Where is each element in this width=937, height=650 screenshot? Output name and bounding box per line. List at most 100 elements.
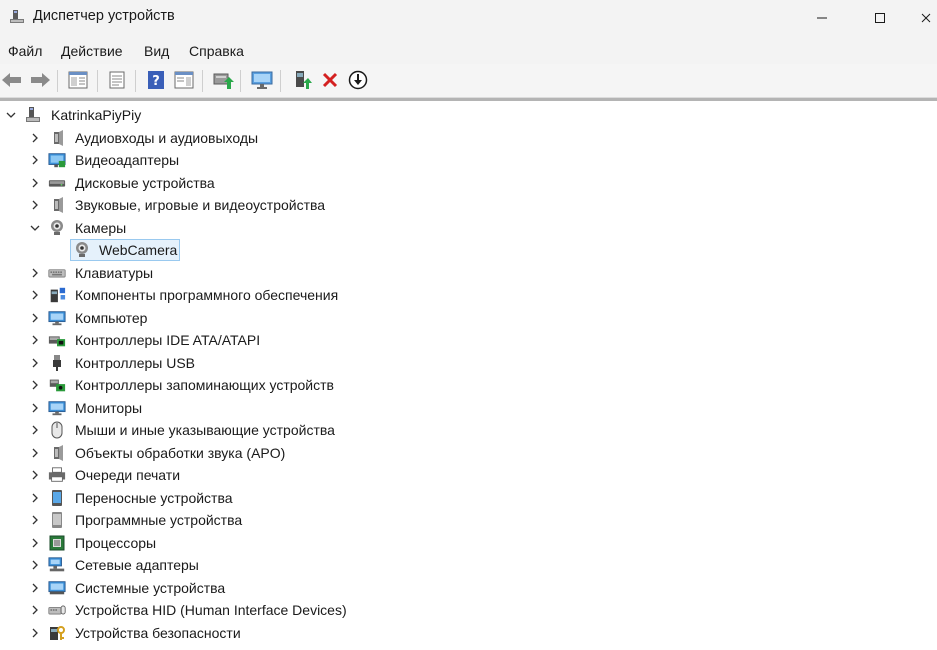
chevron-right-icon[interactable] <box>29 447 41 459</box>
maximize-button[interactable] <box>857 0 903 36</box>
properties-button[interactable] <box>105 68 129 92</box>
download-circle-icon <box>348 70 368 90</box>
tree-item-label: Видеоадаптеры <box>75 152 180 168</box>
chevron-right-icon[interactable] <box>29 289 41 301</box>
chevron-right-icon[interactable] <box>29 357 41 369</box>
speaker-icon <box>48 196 66 214</box>
action-pane-button[interactable] <box>172 68 196 92</box>
system-device-icon <box>48 579 66 597</box>
tree-item-label: Звуковые, игровые и видеоустройства <box>75 197 326 213</box>
show-hide-console-tree-button[interactable] <box>66 68 90 92</box>
device-manager-icon <box>8 8 26 26</box>
processor-icon <box>48 534 66 552</box>
chevron-right-icon[interactable] <box>29 334 41 346</box>
tree-item-label: Устройства HID (Human Interface Devices) <box>75 602 347 618</box>
scan-hardware-icon <box>251 71 273 89</box>
minimize-button[interactable] <box>799 0 845 36</box>
chevron-right-icon[interactable] <box>29 154 41 166</box>
uninstall-device-button[interactable] <box>318 68 342 92</box>
scan-hardware-button[interactable] <box>250 68 274 92</box>
tree-item-storage-controllers[interactable]: Контроллеры запоминающих устройств <box>0 374 937 396</box>
tree-item-monitors[interactable]: Мониторы <box>0 397 937 419</box>
help-button[interactable]: ? <box>144 68 168 92</box>
close-button[interactable] <box>914 0 937 36</box>
keyboard-icon <box>48 264 66 282</box>
title-bar: Диспетчер устройств <box>0 0 937 36</box>
tree-item-disk-drives[interactable]: Дисковые устройства <box>0 172 937 194</box>
speaker-icon <box>48 444 66 462</box>
chevron-right-icon[interactable] <box>29 604 41 616</box>
tree-item-label: Программные устройства <box>75 512 243 528</box>
tree-item-software-components[interactable]: Компоненты программного обеспечения <box>0 284 937 306</box>
monitor-icon <box>48 399 66 417</box>
remove-x-icon <box>322 72 338 88</box>
tree-item-usb-controllers[interactable]: Контроллеры USB <box>0 352 937 374</box>
tree-item-computer[interactable]: Компьютер <box>0 307 937 329</box>
chevron-down-icon[interactable] <box>29 222 41 234</box>
chevron-right-icon[interactable] <box>29 312 41 324</box>
action-pane-icon <box>174 71 194 89</box>
tree-item-sound-video-game[interactable]: Звуковые, игровые и видеоустройства <box>0 194 937 216</box>
speaker-icon <box>48 129 66 147</box>
tree-item-label: Мыши и иные указывающие устройства <box>75 422 335 438</box>
tree-item-security-devices[interactable]: Устройства безопасности <box>0 622 937 644</box>
toolbar-separator <box>97 70 98 92</box>
svg-text:?: ? <box>152 74 160 89</box>
toolbar-separator <box>240 70 241 92</box>
chevron-right-icon[interactable] <box>29 424 41 436</box>
chevron-right-icon[interactable] <box>29 492 41 504</box>
computer-tower-icon <box>24 106 42 124</box>
tree-item-mice[interactable]: Мыши и иные указывающие устройства <box>0 419 937 441</box>
tree-root[interactable]: KatrinkaPiyPiy <box>0 104 937 126</box>
chevron-right-icon[interactable] <box>29 177 41 189</box>
tree-item-label: Контроллеры IDE ATA/ATAPI <box>75 332 261 348</box>
chevron-right-icon[interactable] <box>29 469 41 481</box>
chevron-right-icon[interactable] <box>29 267 41 279</box>
tree-item-network-adapters[interactable]: Сетевые адаптеры <box>0 554 937 576</box>
tree-item-label: Устройства безопасности <box>75 625 241 641</box>
tree-item-software-devices[interactable]: Программные устройства <box>0 509 937 531</box>
chevron-right-icon[interactable] <box>29 627 41 639</box>
tree-item-display-adapters[interactable]: Видеоадаптеры <box>0 149 937 171</box>
tree-item-ide-controllers[interactable]: Контроллеры IDE ATA/ATAPI <box>0 329 937 351</box>
tree-item-cameras[interactable]: Камеры <box>0 217 937 239</box>
tree-item-keyboards[interactable]: Клавиатуры <box>0 262 937 284</box>
menu-help[interactable]: Справка <box>189 43 244 59</box>
forward-button[interactable] <box>28 68 52 92</box>
tree-item-label: Объекты обработки звука (APO) <box>75 445 286 461</box>
tree-item-audio-processing-objects[interactable]: Объекты обработки звука (APO) <box>0 442 937 464</box>
tree-item-hid[interactable]: Устройства HID (Human Interface Devices) <box>0 599 937 621</box>
chevron-right-icon[interactable] <box>29 582 41 594</box>
tree-item-webcamera[interactable]: WebCamera <box>0 239 937 261</box>
chevron-right-icon[interactable] <box>29 132 41 144</box>
display-adapter-icon <box>48 151 66 169</box>
chevron-right-icon[interactable] <box>29 402 41 414</box>
tree-item-processors[interactable]: Процессоры <box>0 532 937 554</box>
tree-item-label: Камеры <box>75 220 127 236</box>
menu-action[interactable]: Действие <box>61 43 123 59</box>
tree-item-portable-devices[interactable]: Переносные устройства <box>0 487 937 509</box>
back-button[interactable] <box>0 68 24 92</box>
chevron-down-icon[interactable] <box>5 109 17 121</box>
tree-item-audio-io[interactable]: Аудиовходы и аудиовыходы <box>0 127 937 149</box>
tree-item-print-queues[interactable]: Очереди печати <box>0 464 937 486</box>
tree-item-label: Контроллеры запоминающих устройств <box>75 377 334 393</box>
chevron-right-icon[interactable] <box>29 379 41 391</box>
enable-device-button[interactable] <box>290 68 314 92</box>
storage-controller-icon <box>48 376 66 394</box>
chevron-right-icon[interactable] <box>29 537 41 549</box>
tree-item-label: Очереди печати <box>75 467 181 483</box>
chevron-right-icon[interactable] <box>29 559 41 571</box>
update-driver-button[interactable] <box>211 68 235 92</box>
chevron-right-icon[interactable] <box>29 199 41 211</box>
enable-device-icon <box>296 71 312 89</box>
menu-view[interactable]: Вид <box>144 43 169 59</box>
disable-device-button[interactable] <box>346 68 370 92</box>
menu-file[interactable]: Файл <box>8 43 42 59</box>
printer-icon <box>48 466 66 484</box>
chevron-right-icon[interactable] <box>29 514 41 526</box>
tree-item-label: Мониторы <box>75 400 143 416</box>
toolbar-separator <box>57 70 58 92</box>
tree-item-system-devices[interactable]: Системные устройства <box>0 577 937 599</box>
tree-item-label: Системные устройства <box>75 580 226 596</box>
